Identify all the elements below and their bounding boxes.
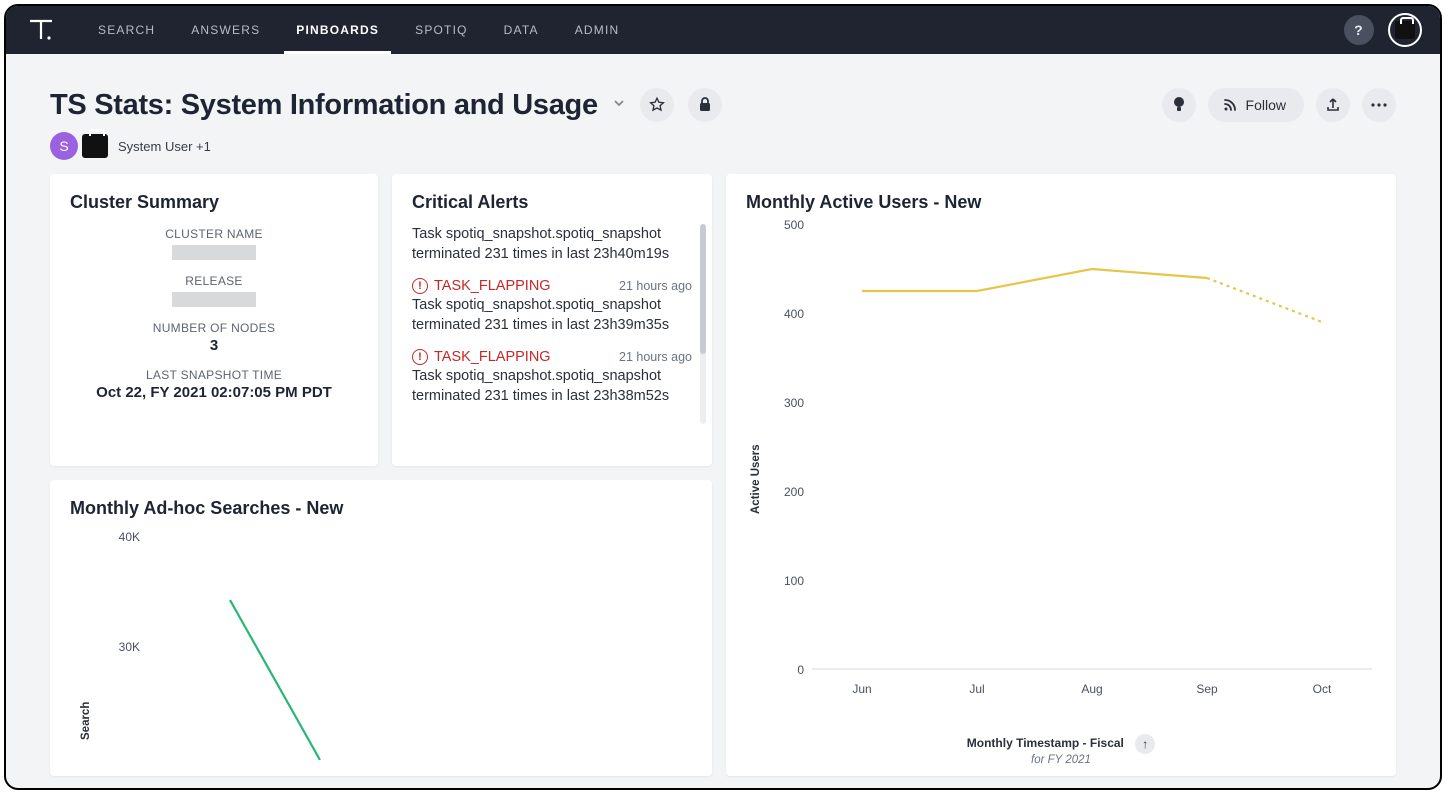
alert-item[interactable]: ! TASK_FLAPPING 21 hours ago Task spotiq… (412, 278, 692, 335)
alert-time: 21 hours ago (619, 350, 692, 364)
top-nav: SEARCH ANSWERS PINBOARDS SPOTIQ DATA ADM… (6, 6, 1440, 54)
y-tick: 500 (764, 218, 804, 232)
nav-search[interactable]: SEARCH (98, 6, 155, 54)
critical-alerts-card: Critical Alerts Task spotiq_snapshot.spo… (392, 174, 712, 466)
nav-pinboards[interactable]: PINBOARDS (296, 6, 379, 54)
insight-button[interactable] (1162, 88, 1196, 122)
chart-plot[interactable] (812, 224, 1372, 684)
owner-avatar[interactable]: S (50, 132, 78, 160)
monthly-adhoc-searches-card: Monthly Ad-hoc Searches - New Search 40K… (50, 480, 712, 776)
share-button[interactable] (1316, 88, 1350, 122)
scrollbar-thumb[interactable] (700, 224, 706, 354)
owner-text: System User +1 (118, 139, 211, 154)
cs-label: NUMBER OF NODES (70, 321, 358, 335)
rss-icon (1222, 97, 1238, 113)
alert-time: 21 hours ago (619, 279, 692, 293)
help-icon[interactable]: ? (1344, 15, 1374, 45)
redacted-value (172, 292, 256, 307)
y-tick: 40K (100, 530, 140, 544)
x-tick: Jul (947, 682, 1007, 696)
cs-label: LAST SNAPSHOT TIME (70, 368, 358, 382)
cs-label: CLUSTER NAME (70, 227, 358, 241)
alert-body: Task spotiq_snapshot.spotiq_snapshot ter… (412, 225, 692, 264)
alert-icon: ! (412, 349, 428, 365)
profile-avatar[interactable] (1388, 13, 1422, 47)
lock-button[interactable] (688, 88, 722, 122)
y-axis-label: Active Users (750, 444, 762, 514)
cluster-summary-card: Cluster Summary CLUSTER NAME RELEASE NUM… (50, 174, 378, 466)
sort-icon[interactable]: ↑ (1135, 734, 1155, 754)
cs-value: 3 (70, 337, 358, 354)
owner-row: S System User +1 (50, 132, 1396, 160)
y-tick: 300 (764, 396, 804, 410)
follow-label: Follow (1246, 97, 1286, 113)
nav-data[interactable]: DATA (504, 6, 539, 54)
y-tick: 200 (764, 485, 804, 499)
y-tick: 30K (100, 640, 140, 654)
nav-spotiq[interactable]: SPOTIQ (415, 6, 468, 54)
monthly-active-users-card: Monthly Active Users - New Active Users … (726, 174, 1396, 776)
y-tick: 400 (764, 307, 804, 321)
y-tick: 0 (764, 663, 804, 677)
alert-item[interactable]: ! TASK_FLAPPING 21 hours ago Task spotiq… (412, 349, 692, 406)
favorite-button[interactable] (640, 88, 674, 122)
briefcase-icon (1395, 21, 1415, 39)
redacted-value (172, 245, 256, 260)
brand-logo[interactable] (24, 13, 58, 47)
nav-items: SEARCH ANSWERS PINBOARDS SPOTIQ DATA ADM… (98, 6, 619, 54)
y-tick: 100 (764, 574, 804, 588)
card-title: Monthly Active Users - New (746, 192, 1376, 213)
cs-value: Oct 22, FY 2021 02:07:05 PM PDT (70, 384, 358, 401)
chart-plot[interactable] (150, 520, 690, 760)
x-tick: Oct (1292, 682, 1352, 696)
alert-item[interactable]: Task spotiq_snapshot.spotiq_snapshot ter… (412, 225, 692, 264)
page-header: TS Stats: System Information and Usage F… (6, 54, 1440, 174)
alert-body: Task spotiq_snapshot.spotiq_snapshot ter… (412, 296, 692, 335)
x-tick: Sep (1177, 682, 1237, 696)
nav-admin[interactable]: ADMIN (575, 6, 620, 54)
nav-answers[interactable]: ANSWERS (191, 6, 260, 54)
more-menu-button[interactable] (1362, 88, 1396, 122)
x-axis-sublabel: for FY 2021 (726, 754, 1396, 766)
alert-title: TASK_FLAPPING (434, 349, 551, 365)
x-axis-label-row: Monthly Timestamp - Fiscal ↑ for FY 2021 (726, 734, 1396, 766)
alert-title: TASK_FLAPPING (434, 278, 551, 294)
x-tick: Jun (832, 682, 892, 696)
alert-icon: ! (412, 278, 428, 294)
title-dropdown-icon[interactable] (612, 96, 626, 115)
card-title: Monthly Ad-hoc Searches - New (70, 498, 692, 519)
card-title: Critical Alerts (412, 192, 692, 213)
alert-body: Task spotiq_snapshot.spotiq_snapshot ter… (412, 367, 692, 406)
follow-button[interactable]: Follow (1208, 88, 1304, 122)
page-title: TS Stats: System Information and Usage (50, 89, 598, 122)
y-axis-label: Search (80, 702, 92, 740)
x-axis-label: Monthly Timestamp - Fiscal (967, 736, 1124, 750)
cs-label: RELEASE (70, 274, 358, 288)
x-tick: Aug (1062, 682, 1122, 696)
card-title: Cluster Summary (70, 192, 358, 213)
briefcase-icon (82, 134, 108, 158)
